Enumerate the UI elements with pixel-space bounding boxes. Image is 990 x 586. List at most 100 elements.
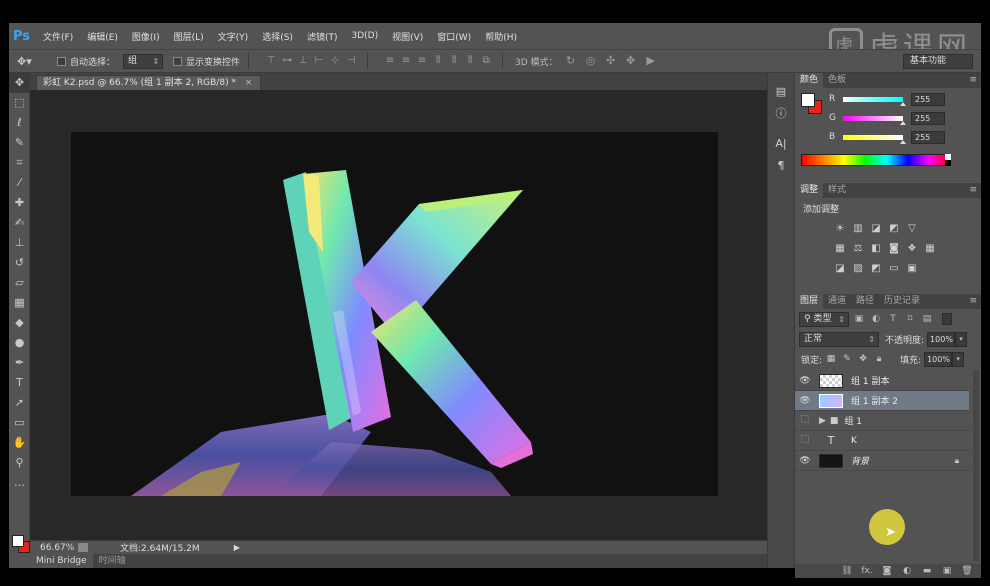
filter-type-icon[interactable]: T [886,312,900,326]
layers-scrollbar[interactable] [973,371,979,561]
link-layers-icon[interactable]: ⛓ [837,566,857,576]
tab-timeline[interactable]: 时间轴 [93,554,132,568]
visibility-eye-icon[interactable]: 👁︎ [795,396,815,406]
color-balance-icon[interactable]: ⚖ [849,242,867,256]
auto-select-checkbox[interactable] [57,56,66,66]
green-slider-thumb[interactable] [900,120,906,125]
green-slider[interactable] [843,115,906,125]
tab-mini-bridge[interactable]: Mini Bridge [30,554,93,568]
blue-value-input[interactable]: 255 [911,130,945,144]
red-value-input[interactable]: 255 [911,92,945,106]
fill-dropdown-icon[interactable]: ▾ [952,351,965,367]
eyedropper-tool-icon[interactable]: ⁄ [9,173,30,193]
red-slider[interactable] [843,96,906,106]
photo-filter-icon[interactable]: ◙ [885,242,903,256]
opacity-input[interactable]: 100% [927,331,956,347]
panel-menu-icon[interactable]: ≡ [969,294,977,309]
tab-styles[interactable]: 样式 [823,183,851,198]
new-layer-icon[interactable]: ▣ [937,566,957,576]
distribute-top-icon[interactable]: ≡ [382,54,398,68]
marquee-tool-icon[interactable]: ⬚ [9,93,30,113]
document-canvas[interactable] [71,132,718,496]
blend-mode-dropdown[interactable]: 正常 [799,331,879,347]
layer-row[interactable]: 👁︎ 组 1 副本 [795,371,969,391]
move-tool-icon[interactable]: ✥ [9,73,30,93]
layer-row-selected[interactable]: 👁︎ 组 1 副本 2 [795,391,969,411]
selective-color-icon[interactable]: ▣ [903,262,921,276]
status-info-icon[interactable] [78,543,88,552]
panel-menu-icon[interactable]: ≡ [969,183,977,198]
3d-roll-icon[interactable]: ◎ [584,54,598,68]
align-left-icon[interactable]: ⊢ [311,54,327,68]
tab-color[interactable]: 颜色 [795,73,824,88]
path-select-tool-icon[interactable]: ➚ [9,393,30,413]
tab-history[interactable]: 历史记录 [879,294,925,309]
menu-3d[interactable]: 3D(D) [351,31,378,41]
blue-slider[interactable] [843,134,906,144]
paragraph-panel-icon[interactable]: ¶ [768,155,794,177]
channel-mixer-icon[interactable]: ❖ [903,242,921,256]
menu-help[interactable]: 帮助(H) [485,30,517,43]
3d-drag-icon[interactable]: ✣ [604,54,618,68]
filter-smart-object-icon[interactable]: ▤ [920,312,934,326]
new-adjustment-icon[interactable]: ◐ [897,566,917,576]
opacity-dropdown-icon[interactable]: ▾ [955,331,968,347]
panel-menu-icon[interactable]: ≡ [969,73,977,88]
document-tab[interactable]: 彩虹 K2.psd @ 66.7% (组 1 副本 2, RGB/8) * × [36,75,262,90]
color-spectrum[interactable] [801,154,951,166]
gradient-map-icon[interactable]: ▭ [885,262,903,276]
filter-toggle[interactable] [942,313,952,325]
color-panel-foreground-swatch[interactable] [801,93,815,107]
lock-all-icon[interactable]: 🔒︎ [872,352,886,366]
menu-window[interactable]: 窗口(W) [437,30,471,43]
menu-view[interactable]: 视图(V) [392,30,423,43]
align-bottom-icon[interactable]: ⊥ [295,54,311,68]
character-panel-icon[interactable]: A| [768,133,794,155]
tab-paths[interactable]: 路径 [851,294,879,309]
align-hcenter-icon[interactable]: ⊹ [327,54,343,68]
3d-rotate-icon[interactable]: ↻ [564,54,578,68]
lasso-tool-icon[interactable]: ℓ [9,113,30,133]
status-menu-arrow-icon[interactable]: ▶ [234,543,240,552]
exposure-icon[interactable]: ◩ [885,222,903,236]
threshold-icon[interactable]: ◩ [867,262,885,276]
menu-file[interactable]: 文件(F) [43,30,73,43]
invert-icon[interactable]: ◪ [831,262,849,276]
blue-slider-thumb[interactable] [900,139,906,144]
canvas-area[interactable] [30,90,767,540]
layer-row[interactable]: T K [795,431,969,451]
filter-adjustment-icon[interactable]: ◐ [869,312,883,326]
menu-filter[interactable]: 滤镜(T) [307,30,338,43]
visibility-eye-icon[interactable]: 👁︎ [795,376,815,386]
blur-tool-icon[interactable]: ◆ [9,313,30,333]
filter-pixel-icon[interactable]: ▣ [852,312,866,326]
brush-tool-icon[interactable]: ✍ [9,213,30,233]
shape-tool-icon[interactable]: ▭ [9,413,30,433]
healing-brush-tool-icon[interactable]: ✚ [9,193,30,213]
hand-tool-icon[interactable]: ✋ [9,433,30,453]
history-panel-icon[interactable]: ▤ [768,81,794,103]
tab-channels[interactable]: 通道 [823,294,851,309]
menu-type[interactable]: 文字(Y) [218,30,249,43]
new-group-icon[interactable]: ▬ [917,566,937,576]
pen-tool-icon[interactable]: ✒ [9,353,30,373]
foreground-color-swatch[interactable] [12,535,24,547]
more-tools-icon[interactable]: … [9,473,30,493]
black-white-ramp[interactable] [945,154,951,166]
workspace-dropdown[interactable]: 基本功能 [903,54,973,69]
visibility-toggle-empty[interactable] [795,435,815,446]
history-brush-tool-icon[interactable]: ↺ [9,253,30,273]
filter-shape-icon[interactable]: ⌑ [903,312,917,326]
3d-slide-icon[interactable]: ✥ [624,54,638,68]
brightness-icon[interactable]: ☀ [831,222,849,236]
distribute-hcenter-icon[interactable]: ⦀ [446,54,462,68]
add-mask-icon[interactable]: ◙ [877,566,897,576]
curves-icon[interactable]: ◪ [867,222,885,236]
menu-image[interactable]: 图像(I) [132,30,160,43]
red-slider-thumb[interactable] [900,101,906,106]
distribute-vcenter-icon[interactable]: ≡ [398,54,414,68]
move-tool-preset-icon[interactable]: ✥▾ [17,55,47,68]
dodge-tool-icon[interactable]: ● [9,333,30,353]
auto-select-dropdown[interactable]: 组 [123,53,164,69]
properties-panel-icon[interactable]: ⓘ [768,103,794,125]
